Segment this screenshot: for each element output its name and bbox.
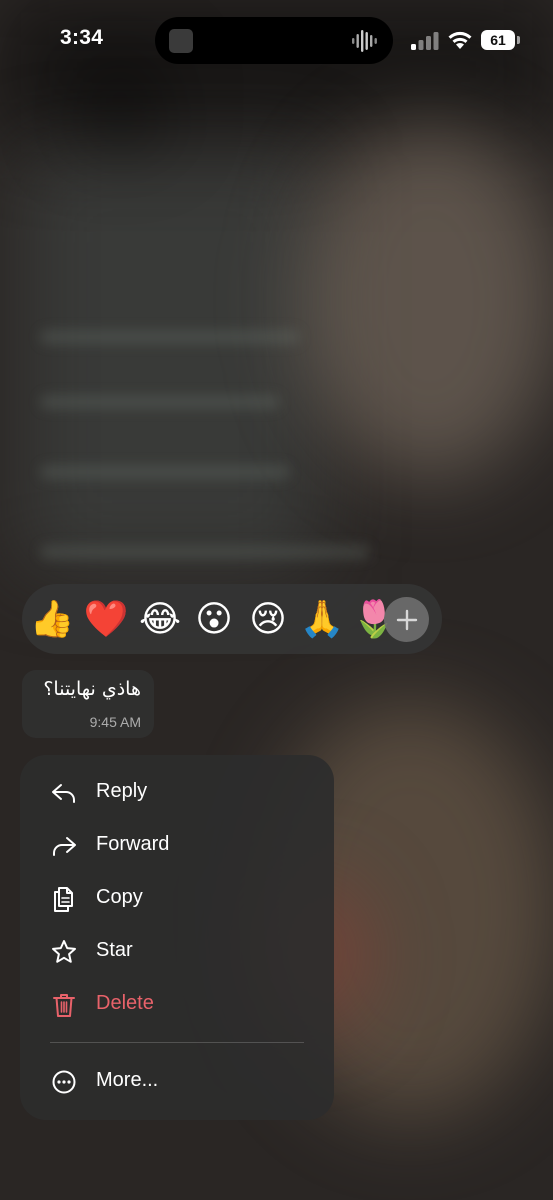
menu-item-star[interactable]: Star <box>20 925 334 977</box>
message-context-menu: Reply Forward Copy Star Delete More... <box>20 755 334 1120</box>
reaction-crying[interactable]: 😢 <box>245 596 291 642</box>
menu-item-more[interactable]: More... <box>20 1055 334 1107</box>
wifi-icon <box>448 31 472 49</box>
reaction-thumbs-up[interactable]: 👍 <box>29 596 75 642</box>
cellular-signal-icon <box>411 32 439 50</box>
menu-item-delete[interactable]: Delete <box>20 978 334 1030</box>
reaction-bar: 👍 ❤️ 😂 😮 😢 🙏 🌷 <box>22 584 442 654</box>
trash-icon <box>53 994 75 1017</box>
message-bubble[interactable]: هاذي نهايتنا؟ 9:45 AM <box>22 670 154 738</box>
reaction-surprised[interactable]: 😮 <box>191 596 237 642</box>
battery-indicator: 61 <box>481 30 521 50</box>
copy-icon <box>54 887 73 912</box>
reaction-laughing[interactable]: 😂 <box>137 596 183 642</box>
reaction-heart[interactable]: ❤️ <box>83 596 129 642</box>
more-icon <box>52 1070 76 1094</box>
reaction-pray[interactable]: 🙏 <box>299 596 345 642</box>
menu-item-label: Forward <box>96 833 170 855</box>
menu-item-label: Copy <box>96 886 143 908</box>
menu-item-label: Star <box>96 939 133 961</box>
now-playing-thumbnail <box>169 29 193 53</box>
screen: 3:34 61 👍 ❤️ 😂 😮 😢 🙏 🌷 هاذي نهايتنا؟ 9:4… <box>0 0 553 1200</box>
dynamic-island <box>155 17 393 64</box>
menu-item-label: More... <box>96 1069 159 1091</box>
menu-divider <box>50 1042 304 1043</box>
forward-icon <box>53 837 76 856</box>
battery-level: 61 <box>481 30 515 50</box>
audio-waveform-icon <box>352 30 377 52</box>
menu-item-label: Delete <box>96 992 154 1014</box>
menu-item-reply[interactable]: Reply <box>20 766 334 818</box>
star-icon <box>52 940 76 963</box>
menu-item-label: Reply <box>96 780 148 802</box>
message-text: هاذي نهايتنا؟ <box>43 678 141 700</box>
menu-item-forward[interactable]: Forward <box>20 819 334 871</box>
plus-icon <box>396 609 417 630</box>
message-timestamp: 9:45 AM <box>89 714 141 730</box>
menu-item-copy[interactable]: Copy <box>20 872 334 924</box>
reply-icon <box>52 784 75 803</box>
status-time: 3:34 <box>60 26 104 49</box>
add-reaction-button[interactable] <box>384 597 429 642</box>
